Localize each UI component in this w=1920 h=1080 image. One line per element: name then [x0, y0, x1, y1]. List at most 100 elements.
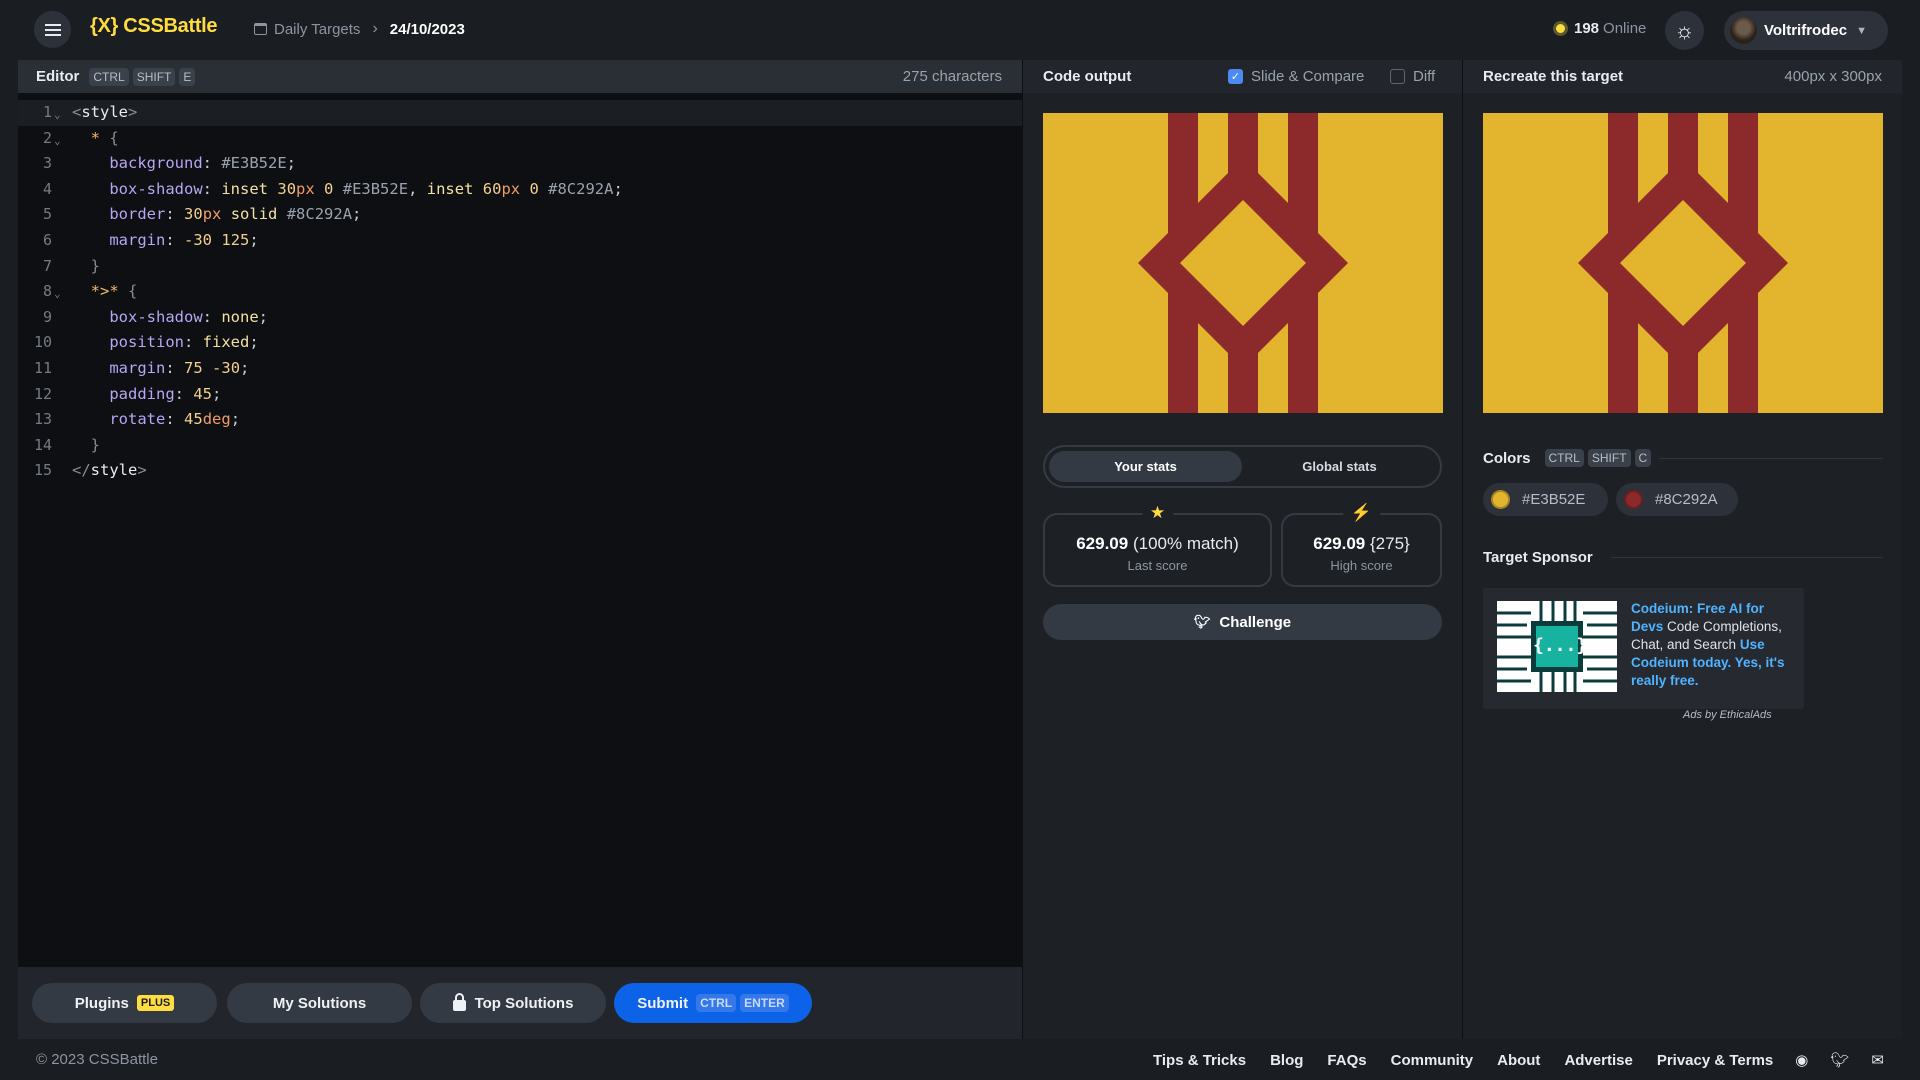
- plugins-button[interactable]: Plugins PLUS: [32, 983, 217, 1023]
- code-line[interactable]: 8 ⌄ *>* {: [18, 279, 1022, 305]
- code-line[interactable]: 4 box-shadow: inset 30px 0 #E3B52E, inse…: [18, 177, 1022, 203]
- menu-icon: [44, 28, 61, 31]
- kbd-ctrl: CTRL: [1544, 449, 1584, 467]
- challenge-button[interactable]: 🐦︎ Challenge: [1043, 604, 1442, 640]
- code-text: }: [90, 256, 101, 275]
- footer-link-privacy[interactable]: Privacy & Terms: [1657, 1052, 1773, 1069]
- tab-your-stats[interactable]: Your stats: [1049, 451, 1242, 482]
- user-menu-button[interactable]: Voltrifrodec ▼: [1724, 11, 1888, 50]
- last-score-value: 629.09 (100% match): [1045, 534, 1270, 554]
- code-editor[interactable]: 1 ⌄ <style> 2 ⌄ * {3 background: #E3B52E; 4 b…: [18, 93, 1022, 967]
- avatar: [1730, 17, 1757, 44]
- line-number: 14: [33, 435, 52, 454]
- footer-link-advertise[interactable]: Advertise: [1564, 1052, 1632, 1069]
- target-render: [1483, 113, 1883, 413]
- online-indicator: 198 Online: [1553, 20, 1646, 37]
- breadcrumb-daily-targets[interactable]: Daily Targets: [274, 21, 360, 38]
- last-score-number: 629.09: [1076, 534, 1129, 553]
- fold-chevron-icon[interactable]: ⌄: [54, 102, 61, 128]
- discord-icon[interactable]: ◉: [1795, 1051, 1808, 1069]
- fold-chevron-icon[interactable]: ⌄: [54, 281, 61, 307]
- mail-icon[interactable]: ✉: [1871, 1051, 1884, 1069]
- sponsor-title: Target Sponsor: [1483, 549, 1593, 566]
- code-line[interactable]: 3 background: #E3B52E;: [18, 151, 1022, 177]
- code-line[interactable]: 11 margin: 75 -30;: [18, 356, 1022, 382]
- code-output-title: Code output: [1043, 68, 1132, 85]
- line-number: 10: [33, 333, 52, 352]
- breadcrumb-separator: ›: [372, 20, 378, 37]
- diff-label: Diff: [1413, 68, 1436, 85]
- stats-tabs: Your stats Global stats: [1043, 445, 1442, 488]
- code-line[interactable]: 7 }: [18, 254, 1022, 280]
- colors-title: Colors: [1483, 449, 1531, 467]
- code-line[interactable]: 6 margin: -30 125;: [18, 228, 1022, 254]
- footer-link-blog[interactable]: Blog: [1270, 1052, 1303, 1069]
- kbd-ctrl: CTRL: [696, 994, 737, 1012]
- my-solutions-button[interactable]: My Solutions: [227, 983, 412, 1023]
- line-number: 3: [42, 154, 52, 173]
- sponsor-section-header: Target Sponsor: [1483, 549, 1883, 566]
- code-output-header: Code output ✓ Slide & Compare Diff: [1023, 60, 1462, 93]
- checkbox-icon[interactable]: [1390, 69, 1405, 84]
- color-chip-yellow[interactable]: #E3B52E: [1483, 483, 1608, 516]
- footer-link-about[interactable]: About: [1497, 1052, 1540, 1069]
- target-panel: Colors CTRL SHIFT C #E3B52E #8C292A Targ…: [1463, 93, 1902, 1039]
- high-score-number: 629.09: [1313, 534, 1366, 553]
- calendar-icon: [254, 23, 267, 35]
- theme-toggle-button[interactable]: ☼: [1665, 11, 1704, 50]
- code-text: rotate: 45deg;: [109, 410, 241, 429]
- codeium-logo[interactable]: {...}: [1497, 601, 1617, 692]
- code-line[interactable]: 13 rotate: 45deg;: [18, 407, 1022, 433]
- copyright: © 2023 CSSBattle: [36, 1051, 158, 1068]
- line-number: 2: [42, 128, 52, 147]
- line-number: 7: [42, 256, 52, 275]
- color-swatch: [1491, 490, 1510, 509]
- top-bar: {X} CSSBattle Daily Targets › 24/10/2023…: [0, 0, 1920, 60]
- code-text: background: #E3B52E;: [109, 154, 297, 173]
- top-solutions-button[interactable]: Top Solutions: [420, 983, 606, 1023]
- code-output-canvas[interactable]: [1043, 113, 1443, 413]
- checkbox-checked-icon[interactable]: ✓: [1228, 69, 1243, 84]
- ads-by-ethicalads[interactable]: Ads by EthicalAds: [1683, 709, 1772, 721]
- code-text: box-shadow: none;: [109, 307, 269, 326]
- editor-shortcut: CTRL SHIFT E: [85, 67, 196, 86]
- footer-links: Tips & Tricks Blog FAQs Community About …: [1129, 1051, 1884, 1070]
- sponsor-text[interactable]: Codeium: Free AI for Devs Code Completio…: [1631, 600, 1796, 690]
- footer-link-faqs[interactable]: FAQs: [1327, 1052, 1366, 1069]
- code-line[interactable]: 9 box-shadow: none;: [18, 305, 1022, 331]
- kbd-enter: ENTER: [740, 994, 789, 1012]
- twitter-icon: 🐦︎: [1193, 614, 1211, 629]
- code-line[interactable]: 12 padding: 45;: [18, 382, 1022, 408]
- footer-link-tips[interactable]: Tips & Tricks: [1153, 1052, 1246, 1069]
- output-render: [1043, 113, 1443, 413]
- code-text: *>* {: [90, 282, 138, 301]
- menu-button[interactable]: [34, 11, 71, 48]
- code-line[interactable]: 15 </style>: [18, 458, 1022, 484]
- color-chip-red[interactable]: #8C292A: [1616, 483, 1738, 516]
- code-text: padding: 45;: [109, 384, 222, 403]
- code-text: }: [90, 435, 101, 454]
- lightning-icon: ⚡: [1342, 502, 1381, 524]
- code-line[interactable]: 2 ⌄ * {: [18, 126, 1022, 152]
- submit-button[interactable]: Submit CTRL ENTER: [614, 983, 812, 1023]
- code-text: <style>: [72, 103, 138, 121]
- diff-toggle[interactable]: Diff: [1390, 68, 1435, 85]
- lock-icon: [452, 993, 466, 1011]
- tab-global-stats[interactable]: Global stats: [1243, 451, 1436, 482]
- target-dimensions: 400px x 300px: [1784, 68, 1882, 85]
- fold-chevron-icon[interactable]: ⌄: [54, 128, 61, 154]
- line-number: 13: [33, 410, 52, 429]
- code-line[interactable]: 14 }: [18, 433, 1022, 459]
- footer: © 2023 CSSBattle Tips & Tricks Blog FAQs…: [18, 1039, 1902, 1080]
- footer-link-community[interactable]: Community: [1391, 1052, 1474, 1069]
- code-line[interactable]: 1 ⌄ <style>: [18, 100, 1022, 126]
- color-hex: #8C292A: [1655, 491, 1718, 508]
- logo[interactable]: {X} CSSBattle: [90, 15, 218, 38]
- code-text: margin: 75 -30;: [109, 359, 250, 377]
- codeium-logo-text: {...}: [1533, 635, 1588, 656]
- slide-compare-toggle[interactable]: ✓ Slide & Compare: [1228, 68, 1364, 85]
- twitter-icon[interactable]: 🐦︎: [1830, 1051, 1849, 1069]
- code-line[interactable]: 10 position: fixed;: [18, 330, 1022, 356]
- sponsor-ad[interactable]: {...} Codeium: Free AI for Devs Code Com…: [1483, 588, 1804, 709]
- code-line[interactable]: 5 border: 30px solid #8C292A;: [18, 202, 1022, 228]
